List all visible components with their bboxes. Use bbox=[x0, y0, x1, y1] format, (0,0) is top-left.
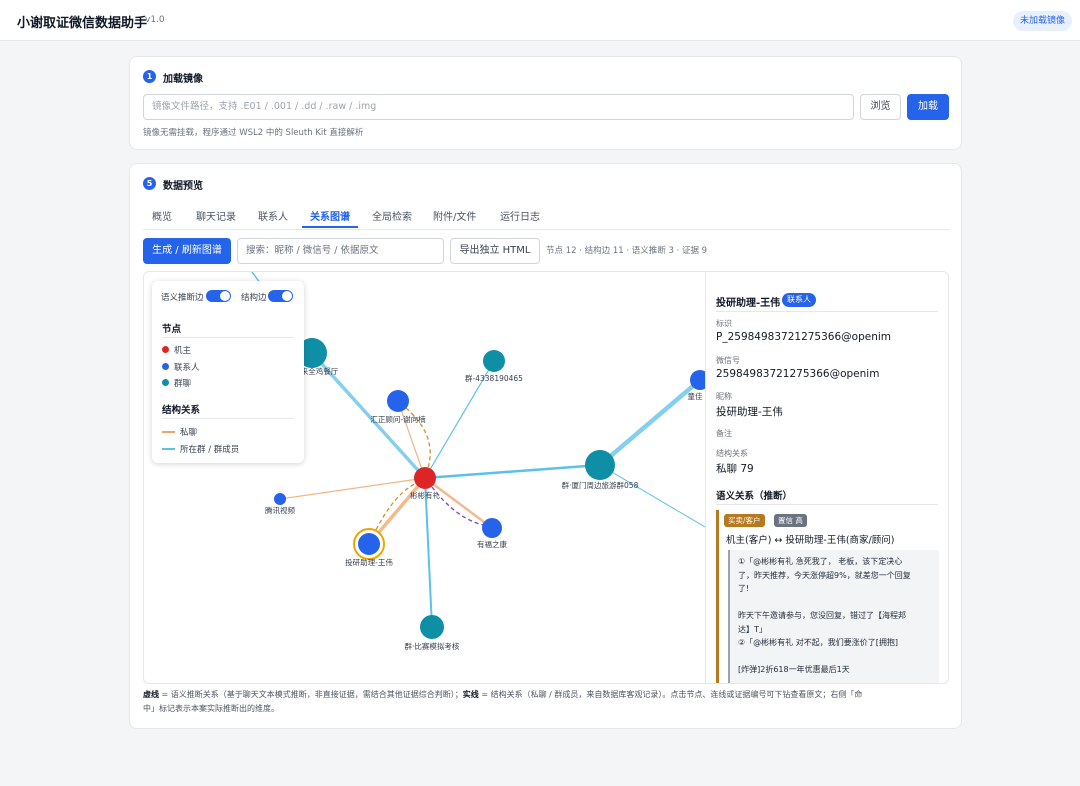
graph-stats: 节点 12 · 结构边 11 · 语义推断 3 · 证据 9 bbox=[546, 246, 708, 256]
structural-toggle-label: 结构边 bbox=[241, 293, 267, 303]
evidence-line: 昨天下午邀请参与，您没回复，错过了【海程邦 bbox=[738, 611, 906, 620]
node-label: 群·比赛模拟考核 bbox=[405, 641, 460, 651]
legend-structure-title: 结构关系 bbox=[162, 405, 201, 416]
node-owner[interactable] bbox=[414, 467, 436, 489]
node-detail-panel: 投研助理-王伟 联系人 标识 P_25984983721275366@openi… bbox=[705, 272, 948, 683]
orange-line-icon bbox=[162, 430, 175, 433]
evidence-line: 达】T」 bbox=[738, 624, 767, 634]
graph-search-input[interactable]: 搜索：昵称 / 微信号 / 依据原文 bbox=[237, 238, 444, 264]
image-path-input[interactable]: 镜像文件路径，支持 .E01 / .001 / .dd / .raw / .im… bbox=[143, 94, 854, 120]
legend-node-group: 群聊 bbox=[162, 377, 191, 389]
node-label-owner: 彬彬有礼 bbox=[410, 490, 440, 500]
active-tab-underline bbox=[302, 226, 358, 228]
top-bar: 小谢取证微信数据助手 v1.0 未加载镜像 bbox=[0, 0, 1080, 41]
app-title: 小谢取证微信数据助手 bbox=[17, 16, 148, 31]
card-title: 数据预览 bbox=[163, 181, 203, 192]
node-group[interactable] bbox=[420, 615, 444, 639]
node-contact-selected[interactable] bbox=[358, 533, 380, 555]
relation-tag: 买卖/客户 bbox=[724, 514, 765, 527]
node-label: 群·厦门周边旅游群058 bbox=[562, 480, 639, 490]
app-version: v1.0 bbox=[145, 15, 165, 25]
field-value: 私聊 79 bbox=[716, 463, 754, 475]
image-status-badge: 未加载镜像 bbox=[1012, 11, 1072, 31]
tab-contacts[interactable]: 联系人 bbox=[258, 208, 288, 223]
field-value: 投研助理-王伟 bbox=[716, 406, 783, 418]
node-contact[interactable] bbox=[274, 493, 286, 505]
edge-group-member[interactable] bbox=[599, 464, 705, 528]
tab-relation-graph[interactable]: 关系图谱 bbox=[310, 208, 350, 223]
field-value: P_25984983721275366@openim bbox=[716, 331, 891, 343]
legend-nodes-title: 节点 bbox=[162, 324, 182, 335]
tab-run-log[interactable]: 运行日志 bbox=[500, 208, 540, 223]
edge-group-member[interactable] bbox=[424, 477, 433, 628]
tab-overview[interactable]: 概览 bbox=[152, 208, 172, 223]
legend-node-contact: 联系人 bbox=[162, 361, 200, 373]
node-contact[interactable] bbox=[387, 390, 409, 412]
legend-node-owner: 机主 bbox=[162, 344, 191, 356]
edge-group-member[interactable] bbox=[598, 378, 702, 467]
graph-legend: 语义推断边 结构边 节点 机主 联系人 群聊 结构关系 私聊 所在群 / 群成员 bbox=[152, 281, 304, 463]
graph-panel: 漳州来全鸡餐厅 群-4338190465 汇正顾问-谢向楠 群·厦门周边旅游群0… bbox=[143, 271, 949, 684]
evidence-line: 了! bbox=[738, 584, 750, 593]
edge-private-chat[interactable] bbox=[424, 476, 493, 530]
evidence-line: [炸弹]2折618一年优惠最后1天 bbox=[738, 665, 850, 674]
export-html-button[interactable]: 导出独立 HTML bbox=[450, 238, 540, 264]
evidence-line: ②「@彬彬有礼 对不起，我们要涨价了[拥抱] bbox=[738, 638, 898, 647]
field-label: 微信号 bbox=[716, 356, 740, 365]
evidence-box[interactable]: ①「@彬彬有礼 急死我了， 老板，该下定决心 了，昨天推荐，今天涨停超9%，就差… bbox=[728, 550, 939, 683]
load-hint: 镜像无需挂载，程序通过 WSL2 中的 Sleuth Kit 直接解析 bbox=[143, 128, 364, 138]
field-value: 25984983721275366@openim bbox=[716, 368, 880, 380]
legend-edge-group: 所在群 / 群成员 bbox=[162, 443, 239, 455]
node-label: 汇正顾问-谢向楠 bbox=[370, 414, 426, 424]
edge-private-chat[interactable] bbox=[279, 477, 426, 500]
generate-graph-button[interactable]: 生成 / 刷新图谱 bbox=[143, 238, 231, 264]
detail-type-badge: 联系人 bbox=[782, 293, 816, 307]
node-label: 有福之康 bbox=[477, 539, 507, 549]
field-label: 备注 bbox=[716, 429, 732, 438]
data-preview-card: 5 数据预览 概览 聊天记录 联系人 关系图谱 全局检索 附件/文件 运行日志 … bbox=[129, 163, 962, 729]
edge-group-member[interactable] bbox=[424, 463, 601, 480]
blue-line-icon bbox=[162, 447, 175, 450]
step-badge: 1 bbox=[143, 70, 156, 83]
field-label: 昵称 bbox=[716, 392, 732, 401]
semantic-edge-toggle[interactable] bbox=[206, 290, 231, 302]
confidence-tag: 置信 高 bbox=[774, 514, 807, 527]
load-button[interactable]: 加载 bbox=[907, 94, 949, 120]
preview-tabs: 概览 聊天记录 联系人 关系图谱 全局检索 附件/文件 运行日志 bbox=[143, 204, 950, 230]
node-label: 群-4338190465 bbox=[465, 373, 523, 383]
tab-chat-records[interactable]: 聊天记录 bbox=[196, 208, 236, 223]
node-group[interactable] bbox=[483, 350, 505, 372]
semantic-relation-block[interactable]: 买卖/客户 置信 高 机主(客户) ↔ 投研助理-王伟(商家/顾问) ①「@彬彬… bbox=[716, 510, 941, 683]
blue-dot-icon bbox=[162, 363, 169, 370]
tab-attachments[interactable]: 附件/文件 bbox=[433, 208, 476, 223]
teal-dot-icon bbox=[162, 379, 169, 386]
load-image-card: 1 加载镜像 镜像文件路径，支持 .E01 / .001 / .dd / .ra… bbox=[129, 56, 962, 150]
detail-name: 投研助理-王伟 bbox=[716, 298, 781, 309]
tab-global-search[interactable]: 全局检索 bbox=[372, 208, 412, 223]
evidence-line: 了，昨天推荐，今天涨停超9%，就差您一个回复 bbox=[738, 570, 911, 580]
card-title: 加载镜像 bbox=[163, 74, 203, 85]
node-label: 童佳 bbox=[688, 391, 703, 401]
semantic-toggle-label: 语义推断边 bbox=[161, 293, 204, 303]
step-badge: 5 bbox=[143, 177, 156, 190]
field-label: 标识 bbox=[716, 319, 732, 328]
legend-edge-private: 私聊 bbox=[162, 426, 197, 438]
semantic-section-title: 语义关系（推断） bbox=[716, 491, 793, 502]
field-label: 结构关系 bbox=[716, 449, 748, 458]
node-group[interactable] bbox=[585, 450, 615, 480]
node-contact[interactable] bbox=[482, 518, 502, 538]
node-label: 腾讯视频 bbox=[265, 505, 295, 515]
structural-edge-toggle[interactable] bbox=[268, 290, 293, 302]
graph-footnote: 虚线 = 语义推断关系（基于聊天文本模式推断，非直接证据，需结合其他证据综合判断… bbox=[143, 690, 863, 713]
browse-button[interactable]: 浏览 bbox=[860, 94, 901, 120]
node-label: 投研助理-王伟 bbox=[345, 557, 393, 567]
evidence-line: ①「@彬彬有礼 急死我了， 老板，该下定决心 bbox=[738, 557, 903, 566]
relation-text: 机主(客户) ↔ 投研助理-王伟(商家/顾问) bbox=[726, 535, 895, 546]
red-dot-icon bbox=[162, 346, 169, 353]
graph-canvas[interactable]: 漳州来全鸡餐厅 群-4338190465 汇正顾问-谢向楠 群·厦门周边旅游群0… bbox=[144, 272, 705, 683]
